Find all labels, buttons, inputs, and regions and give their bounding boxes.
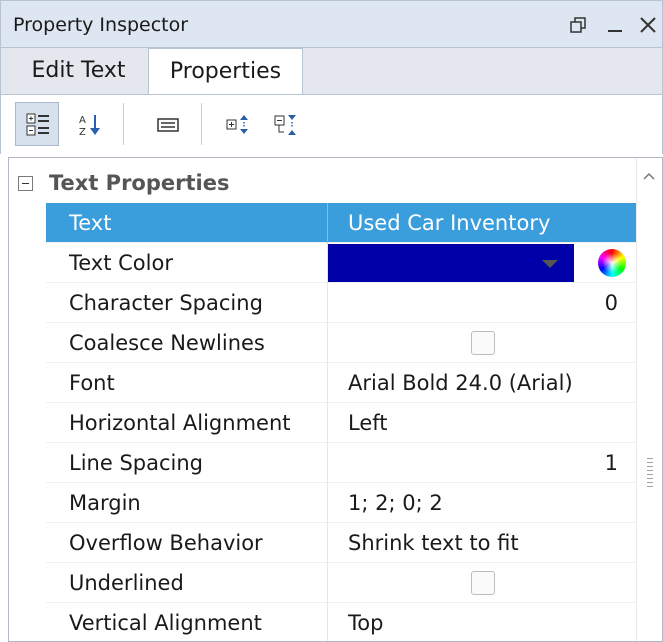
column-divider [327, 483, 328, 523]
property-name: Text [69, 211, 112, 235]
property-value[interactable]: 0 [605, 283, 618, 323]
vertical-scrollbar[interactable] [636, 158, 662, 641]
property-row-horizontal-alignment[interactable]: Horizontal Alignment Left [46, 403, 638, 443]
tab-bar: Edit Text Properties [0, 48, 663, 95]
property-value[interactable]: Left [348, 403, 388, 443]
categorized-icon [26, 113, 49, 136]
property-row-vertical-alignment[interactable]: Vertical Alignment Top [46, 603, 638, 641]
coalesce-newlines-checkbox[interactable] [471, 331, 495, 355]
tab-edit-text[interactable]: Edit Text [11, 48, 146, 94]
toolbar-separator [123, 103, 124, 145]
property-row-overflow-behavior[interactable]: Overflow Behavior Shrink text to fit [46, 523, 638, 563]
column-divider [327, 323, 328, 363]
column-divider [327, 563, 328, 603]
property-value[interactable]: Shrink text to fit [348, 523, 519, 563]
sort-alphabetical-icon: A Z [79, 115, 100, 137]
dropdown-arrow-icon[interactable] [542, 260, 558, 268]
scroll-up-icon[interactable] [643, 172, 655, 180]
panel-title: Property Inspector [13, 14, 189, 36]
property-name: Line Spacing [69, 451, 203, 475]
scrollbar-thumb-grip[interactable] [647, 458, 653, 488]
property-toolbar: A Z [0, 94, 663, 154]
panel-title-bar[interactable]: Property Inspector [0, 0, 663, 48]
property-row-margin[interactable]: Margin 1; 2; 0; 2 [46, 483, 638, 523]
property-value[interactable]: Used Car Inventory [348, 203, 550, 243]
color-picker-icon[interactable] [598, 249, 626, 277]
minimize-icon[interactable] [605, 15, 625, 35]
column-divider [327, 443, 328, 483]
property-name: Margin [69, 491, 141, 515]
category-label: Text Properties [49, 171, 230, 195]
property-row-underlined[interactable]: Underlined [46, 563, 638, 603]
property-value[interactable]: 1; 2; 0; 2 [348, 483, 443, 523]
property-row-character-spacing[interactable]: Character Spacing 0 [46, 283, 638, 323]
property-name: Font [69, 371, 115, 395]
property-value[interactable]: Arial Bold 24.0 (Arial) [348, 363, 573, 403]
property-name: Text Color [69, 251, 173, 275]
tab-properties[interactable]: Properties [148, 48, 303, 95]
property-row-line-spacing[interactable]: Line Spacing 1 [46, 443, 638, 483]
property-name: Horizontal Alignment [69, 411, 291, 435]
property-pages-icon [157, 118, 179, 132]
property-name: Underlined [69, 571, 184, 595]
expand-all-button[interactable] [215, 102, 259, 146]
underlined-checkbox[interactable] [471, 571, 495, 595]
restore-icon[interactable] [568, 15, 588, 35]
property-row-font[interactable]: Font Arial Bold 24.0 (Arial) [46, 363, 638, 403]
property-value[interactable]: Top [348, 603, 383, 641]
property-pages-button[interactable] [145, 102, 189, 146]
column-divider [327, 403, 328, 443]
property-value[interactable]: 1 [605, 443, 618, 483]
column-divider [327, 283, 328, 323]
column-divider [327, 363, 328, 403]
property-row-text-color[interactable]: Text Color [46, 243, 638, 283]
svg-text:Z: Z [79, 127, 86, 137]
toolbar-separator [201, 103, 202, 145]
collapse-category-icon[interactable] [18, 176, 33, 191]
text-color-dropdown[interactable] [328, 244, 574, 282]
column-divider [327, 203, 328, 243]
property-row-text[interactable]: Text Used Car Inventory [46, 203, 638, 243]
property-name: Overflow Behavior [69, 531, 263, 555]
collapse-all-icon [274, 115, 296, 135]
property-name: Coalesce Newlines [69, 331, 265, 355]
column-divider [327, 523, 328, 563]
property-name: Vertical Alignment [69, 611, 262, 635]
sort-alphabetical-button[interactable]: A Z [67, 102, 111, 146]
category-text-properties[interactable]: Text Properties [9, 166, 635, 202]
column-divider [327, 603, 328, 641]
categorized-button[interactable] [15, 102, 59, 146]
close-icon[interactable] [638, 15, 658, 35]
svg-text:A: A [79, 115, 86, 126]
property-row-coalesce-newlines[interactable]: Coalesce Newlines [46, 323, 638, 363]
property-rows: Text Used Car Inventory Text Color Chara… [46, 203, 638, 641]
property-name: Character Spacing [69, 291, 263, 315]
collapse-all-button[interactable] [263, 102, 307, 146]
property-grid[interactable]: Text Properties Text Used Car Inventory … [8, 157, 663, 642]
expand-all-icon [226, 115, 248, 134]
